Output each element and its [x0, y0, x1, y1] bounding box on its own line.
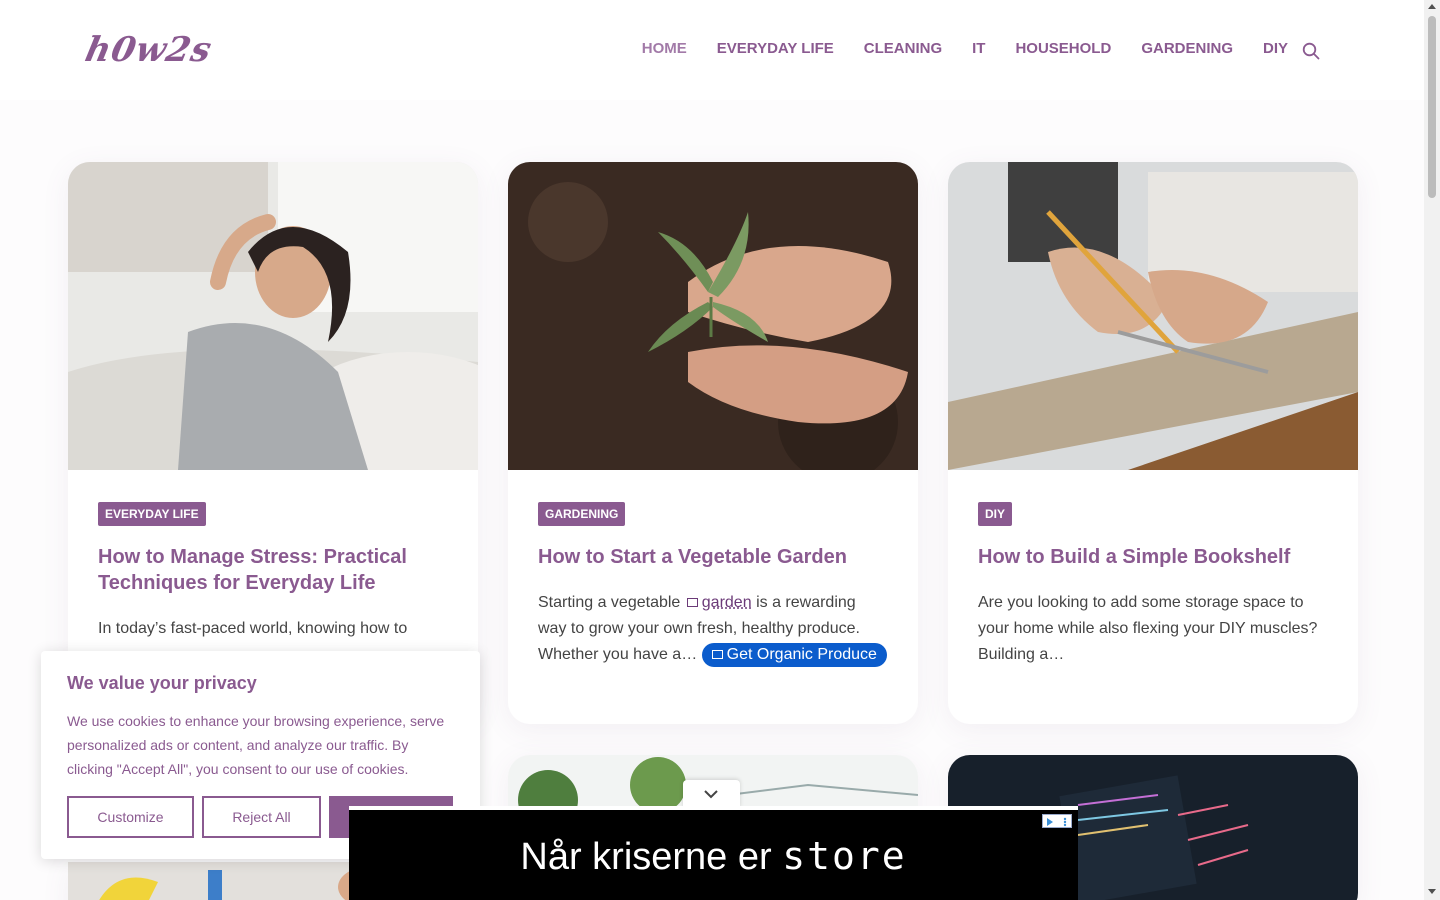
ad-pill-button[interactable]: Get Organic Produce	[701, 643, 887, 667]
post-image-relaxing-woman[interactable]	[68, 162, 478, 492]
ad-collapse-toggle[interactable]	[683, 780, 740, 808]
site-logo[interactable]: h0w2s	[82, 30, 216, 70]
ad-headline-mono: store	[782, 834, 907, 878]
scrollbar-thumb[interactable]	[1428, 16, 1436, 198]
post-card[interactable]: DIY How to Build a Simple Bookshelf Are …	[948, 162, 1358, 724]
post-title[interactable]: How to Manage Stress: Practical Techniqu…	[98, 544, 448, 596]
post-excerpt: Are you looking to add some storage spac…	[978, 594, 1318, 663]
post-title[interactable]: How to Build a Simple Bookshelf	[978, 544, 1328, 570]
ad-pill-label: Get Organic Produce	[726, 646, 877, 663]
ad-headline-text: Når kriserne er	[520, 836, 772, 878]
excerpt-text: Starting a vegetable	[538, 594, 681, 611]
nav-home[interactable]: HOME	[642, 40, 687, 57]
nav-diy[interactable]: DIY	[1263, 40, 1288, 57]
post-excerpt: Starting a vegetable garden is a rewardi…	[538, 590, 888, 668]
post-image-woodwork[interactable]	[948, 162, 1358, 470]
category-badge[interactable]: GARDENING	[538, 502, 626, 526]
post-excerpt: In today’s fast-paced world, knowing how…	[98, 620, 408, 637]
category-badge[interactable]: DIY	[978, 502, 1013, 526]
ad-choices-icon[interactable]	[1042, 814, 1072, 828]
ad-link-icon	[686, 598, 698, 607]
nav-everyday-life[interactable]: EVERYDAY LIFE	[717, 40, 834, 57]
customize-button[interactable]: Customize	[67, 796, 194, 838]
search-icon[interactable]	[1302, 42, 1320, 60]
page-scrollbar[interactable]	[1424, 0, 1440, 900]
nav-gardening[interactable]: GARDENING	[1141, 40, 1233, 57]
post-image-seedling[interactable]	[508, 162, 918, 482]
scroll-up-icon[interactable]	[1424, 0, 1440, 14]
ad-headline: Når kriserne er store	[349, 834, 1078, 879]
post-card[interactable]: GARDENING How to Start a Vegetable Garde…	[508, 162, 918, 724]
cookie-text: We use cookies to enhance your browsing …	[67, 713, 445, 777]
nav-household[interactable]: HOUSEHOLD	[1015, 40, 1111, 57]
chevron-down-icon	[704, 790, 718, 799]
post-title[interactable]: How to Start a Vegetable Garden	[538, 544, 888, 570]
bottom-ad-banner[interactable]: Når kriserne er store	[349, 806, 1078, 900]
keyword-ad-link[interactable]: garden	[702, 594, 752, 611]
nav-cleaning[interactable]: CLEANING	[864, 40, 942, 57]
cookie-title: We value your privacy	[67, 673, 257, 693]
post-card[interactable]: EVERYDAY LIFE How to Manage Stress: Prac…	[68, 162, 478, 722]
nav-it[interactable]: IT	[972, 40, 985, 57]
scroll-down-icon[interactable]	[1424, 884, 1440, 898]
site-header: h0w2s HOME EVERYDAY LIFE CLEANING IT HOU…	[0, 0, 1424, 100]
reject-all-button[interactable]: Reject All	[202, 796, 321, 838]
category-badge[interactable]: EVERYDAY LIFE	[98, 502, 206, 526]
main-nav: HOME EVERYDAY LIFE CLEANING IT HOUSEHOLD…	[642, 40, 1288, 57]
ad-link-icon	[711, 650, 723, 659]
